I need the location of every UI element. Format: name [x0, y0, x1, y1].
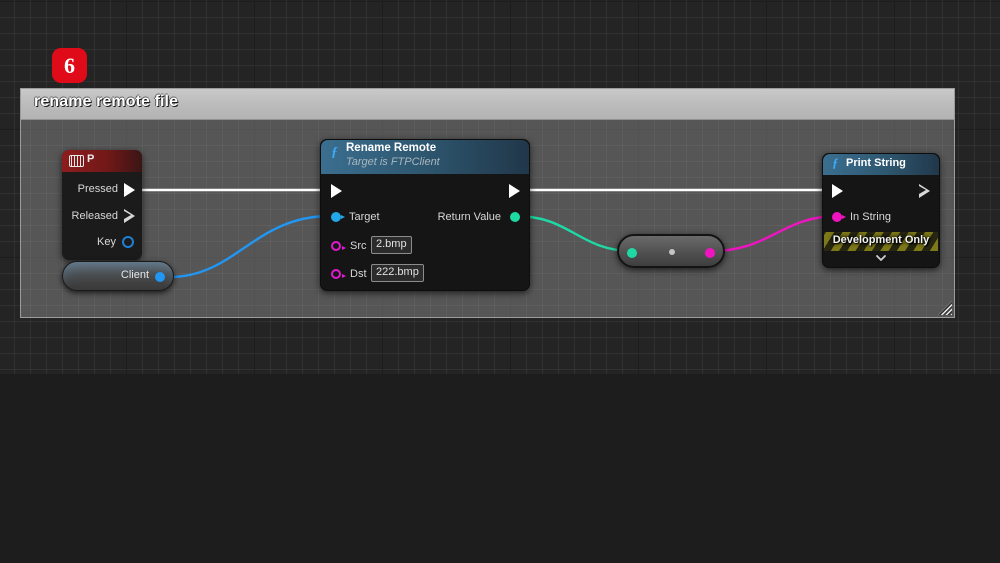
pin-label-dst: Dst: [350, 268, 367, 280]
pin-label-in-string: In String: [850, 211, 891, 223]
exec-pin-out[interactable]: [919, 184, 930, 198]
data-pin-key[interactable]: [122, 236, 134, 248]
development-only-label: Development Only: [832, 234, 930, 246]
keyboard-icon: [69, 155, 84, 167]
comment-resize-handle[interactable]: [938, 301, 952, 315]
node-rename-remote[interactable]: ƒ Rename Remote Target is FTPClient Targ…: [320, 139, 530, 291]
step-badge: 6: [52, 48, 87, 83]
data-pin-conversion-in[interactable]: [627, 248, 637, 258]
input-src-value[interactable]: 2.bmp: [371, 236, 412, 254]
reroute-dot-icon: [669, 249, 675, 255]
node-title: Rename Remote: [346, 142, 437, 154]
input-dst-value[interactable]: 222.bmp: [371, 264, 424, 282]
exec-pin-in[interactable]: [832, 184, 843, 198]
node-variable-client[interactable]: Client: [62, 261, 174, 291]
function-f-icon: ƒ: [832, 155, 839, 170]
data-pin-src[interactable]: [331, 241, 346, 251]
node-title: P: [87, 153, 95, 165]
data-pin-conversion-out[interactable]: [705, 248, 715, 258]
data-pin-in-string[interactable]: [832, 212, 846, 222]
exec-pin-pressed[interactable]: [124, 183, 135, 197]
node-subtitle: Target is FTPClient: [346, 156, 440, 168]
blueprint-graph-canvas[interactable]: rename remote file 6 P Pressed Released …: [0, 0, 1000, 563]
variable-label: Client: [120, 269, 149, 281]
function-f-icon: ƒ: [331, 145, 338, 160]
pin-label-src: Src: [350, 240, 367, 252]
pin-label-released: Released: [71, 210, 118, 222]
development-only-banner: Development Only: [824, 232, 938, 251]
chevron-down-icon[interactable]: [875, 252, 887, 264]
node-conversion[interactable]: [617, 234, 725, 268]
data-pin-return-value[interactable]: [510, 212, 520, 222]
pin-label-key: Key: [97, 236, 116, 248]
data-pin-dst[interactable]: [331, 269, 346, 279]
exec-pin-in[interactable]: [331, 184, 342, 198]
pin-label-target: Target: [349, 211, 380, 223]
exec-pin-released[interactable]: [124, 209, 135, 223]
node-title: Print String: [846, 157, 906, 169]
comment-box-title: rename remote file: [34, 93, 179, 110]
pin-label-pressed: Pressed: [77, 183, 118, 195]
pin-label-return-value: Return Value: [437, 211, 501, 223]
data-pin-client-out[interactable]: [155, 272, 165, 282]
exec-pin-out[interactable]: [509, 184, 520, 198]
data-pin-target[interactable]: [331, 212, 345, 222]
node-print-string[interactable]: ƒ Print String In String Development Onl…: [822, 153, 940, 268]
node-keyboard-event-p[interactable]: P Pressed Released Key: [62, 150, 142, 260]
